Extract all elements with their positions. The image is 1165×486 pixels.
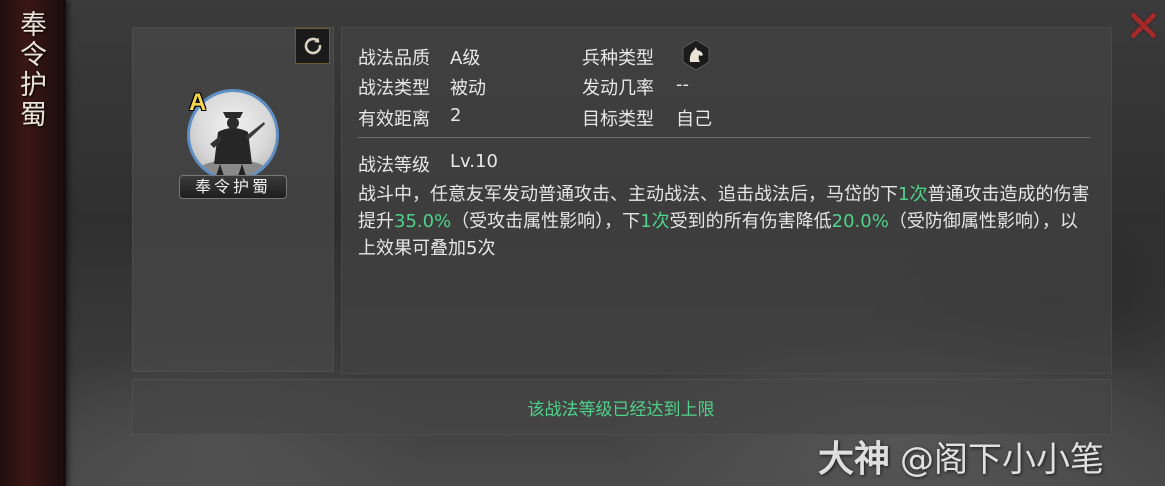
divider	[358, 137, 1090, 138]
skill-portrait-panel	[132, 27, 334, 372]
skill-level-value: Lv.10	[450, 151, 498, 172]
description-highlight: 35.0%	[394, 211, 452, 232]
target-type-value: 自己	[676, 109, 712, 130]
refresh-button[interactable]	[295, 28, 330, 64]
watermark: 大神 @阁下小小笔	[818, 430, 1104, 482]
watermark-brand: 大神	[818, 439, 891, 480]
left-banner: 奉令护蜀	[0, 0, 66, 486]
skill-description: 战斗中，任意友军发动普通攻击、主动战法、追击战法后，马岱的下1次普通攻击造成的伤…	[358, 181, 1090, 262]
description-text: （受攻击属性影响），下	[451, 211, 641, 232]
skill-type-label: 战法类型	[358, 78, 430, 99]
skill-name-plate: 奉令护蜀	[179, 175, 287, 199]
trigger-rate-value: --	[676, 74, 689, 95]
grade-badge: A	[189, 89, 207, 116]
range-value: 2	[450, 105, 462, 126]
troop-type-label: 兵种类型	[582, 48, 654, 69]
watermark-handle: @阁下小小笔	[900, 440, 1105, 480]
description-highlight: 1次	[898, 184, 928, 205]
refresh-icon	[304, 37, 322, 55]
target-type-label: 目标类型	[582, 109, 654, 130]
description-highlight: 1次	[640, 211, 670, 232]
range-label: 有效距离	[358, 109, 430, 130]
close-button[interactable]	[1126, 8, 1160, 42]
quality-label: 战法品质	[358, 48, 430, 69]
skill-level-label: 战法等级	[358, 155, 430, 176]
skill-type-value: 被动	[450, 78, 486, 99]
max-level-message: 该战法等级已经达到上限	[527, 400, 715, 420]
description-highlight: 20.0%	[831, 211, 889, 232]
horse-head-icon	[680, 39, 712, 71]
description-text: 受到的所有伤害降低	[669, 211, 832, 232]
description-text: 战斗中，任意友军发动普通攻击、主动战法、追击战法后，马岱的下	[358, 184, 898, 205]
banner-title: 奉令护蜀	[15, 10, 46, 130]
trigger-rate-label: 发动几率	[582, 78, 654, 99]
quality-value: A级	[450, 48, 481, 69]
